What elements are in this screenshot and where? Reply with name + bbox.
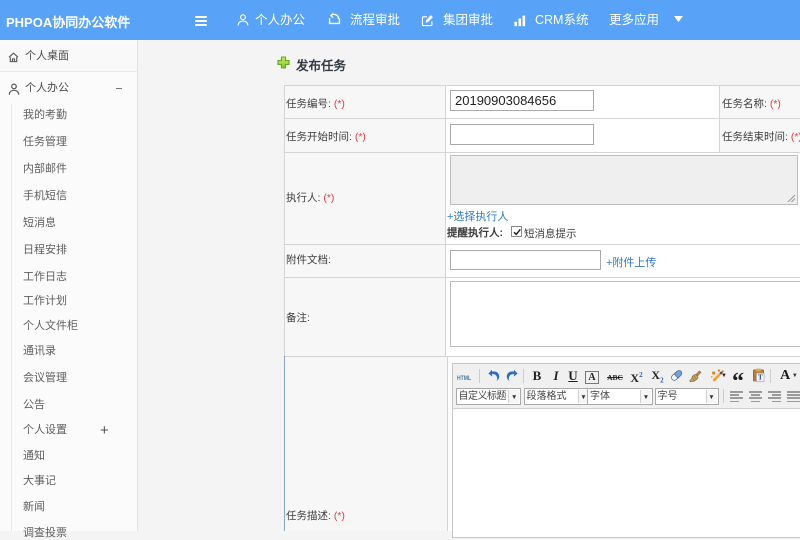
svg-text:T: T: [758, 374, 763, 382]
